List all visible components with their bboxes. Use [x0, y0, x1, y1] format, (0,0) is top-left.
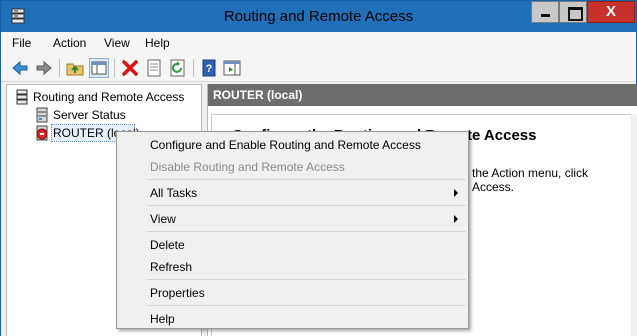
menu-view[interactable]: View: [104, 36, 130, 50]
close-button[interactable]: X: [587, 1, 635, 23]
title-bar[interactable]: Routing and Remote Access X: [1, 1, 636, 32]
submenu-arrow-icon: [454, 189, 458, 197]
up-folder-icon[interactable]: [65, 58, 85, 78]
menu-item-configure-enable[interactable]: Configure and Enable Routing and Remote …: [117, 133, 468, 155]
menu-item-properties-label: Properties: [150, 286, 205, 300]
menu-item-all-tasks[interactable]: All Tasks: [117, 181, 468, 203]
content-text-line-1: the Action menu, click: [472, 166, 589, 180]
result-pane-title: ROUTER (local): [213, 88, 303, 102]
tree-label-server-status: Server Status: [53, 108, 126, 122]
router-server-icon: [14, 89, 30, 105]
menu-file[interactable]: File: [12, 36, 31, 50]
menu-separator: [147, 205, 466, 206]
menu-separator: [147, 231, 466, 232]
properties-icon[interactable]: [144, 58, 164, 78]
menu-item-configure-enable-label: Configure and Enable Routing and Remote …: [150, 138, 421, 152]
back-arrow-icon[interactable]: [10, 58, 30, 78]
menu-bar: File Action View Help: [1, 32, 636, 54]
menu-item-disable-label: Disable Routing and Remote Access: [150, 160, 345, 174]
menu-item-refresh[interactable]: Refresh: [117, 255, 468, 277]
menu-item-help-label: Help: [150, 312, 175, 326]
forward-arrow-icon[interactable]: [34, 58, 54, 78]
server-status-icon: [34, 107, 50, 123]
minimize-icon[interactable]: [531, 1, 559, 23]
menu-item-refresh-label: Refresh: [150, 260, 193, 274]
menu-action[interactable]: Action: [53, 36, 86, 50]
maximize-icon[interactable]: [559, 1, 587, 23]
refresh-icon[interactable]: [168, 58, 188, 78]
tree-item-server-status[interactable]: Server Status: [34, 106, 154, 124]
content-text-line-2: Access.: [472, 180, 515, 194]
submenu-arrow-icon: [454, 215, 458, 223]
menu-item-disable: Disable Routing and Remote Access: [117, 155, 468, 177]
menu-item-all-tasks-label: All Tasks: [150, 186, 198, 200]
close-icon: X: [605, 3, 616, 20]
result-pane-header: ROUTER (local): [208, 84, 637, 106]
help-icon[interactable]: ?: [199, 58, 219, 78]
tree-label-root: Routing and Remote Access: [33, 90, 185, 104]
menu-help[interactable]: Help: [145, 36, 170, 50]
menu-separator: [147, 179, 466, 180]
menu-item-view[interactable]: View: [117, 207, 468, 229]
menu-item-delete[interactable]: Delete: [117, 233, 468, 255]
menu-item-properties[interactable]: Properties: [117, 281, 468, 303]
menu-separator: [147, 279, 466, 280]
menu-item-help[interactable]: Help: [117, 307, 468, 329]
menu-item-delete-label: Delete: [150, 238, 185, 252]
context-menu: Configure and Enable Routing and Remote …: [116, 131, 469, 329]
menu-item-view-label: View: [150, 212, 176, 226]
show-hide-tree-icon[interactable]: [89, 58, 109, 78]
router-stopped-icon: [34, 125, 50, 141]
app-window: Routing and Remote Access X File Action …: [0, 0, 637, 336]
menu-separator: [147, 305, 466, 306]
delete-icon[interactable]: [120, 58, 140, 78]
toolbar: ?: [1, 54, 636, 82]
show-action-pane-icon[interactable]: [222, 58, 242, 78]
tree-item-root[interactable]: Routing and Remote Access: [14, 88, 199, 106]
svg-text:?: ?: [206, 63, 213, 75]
vertical-scrollbar[interactable]: [631, 114, 637, 336]
